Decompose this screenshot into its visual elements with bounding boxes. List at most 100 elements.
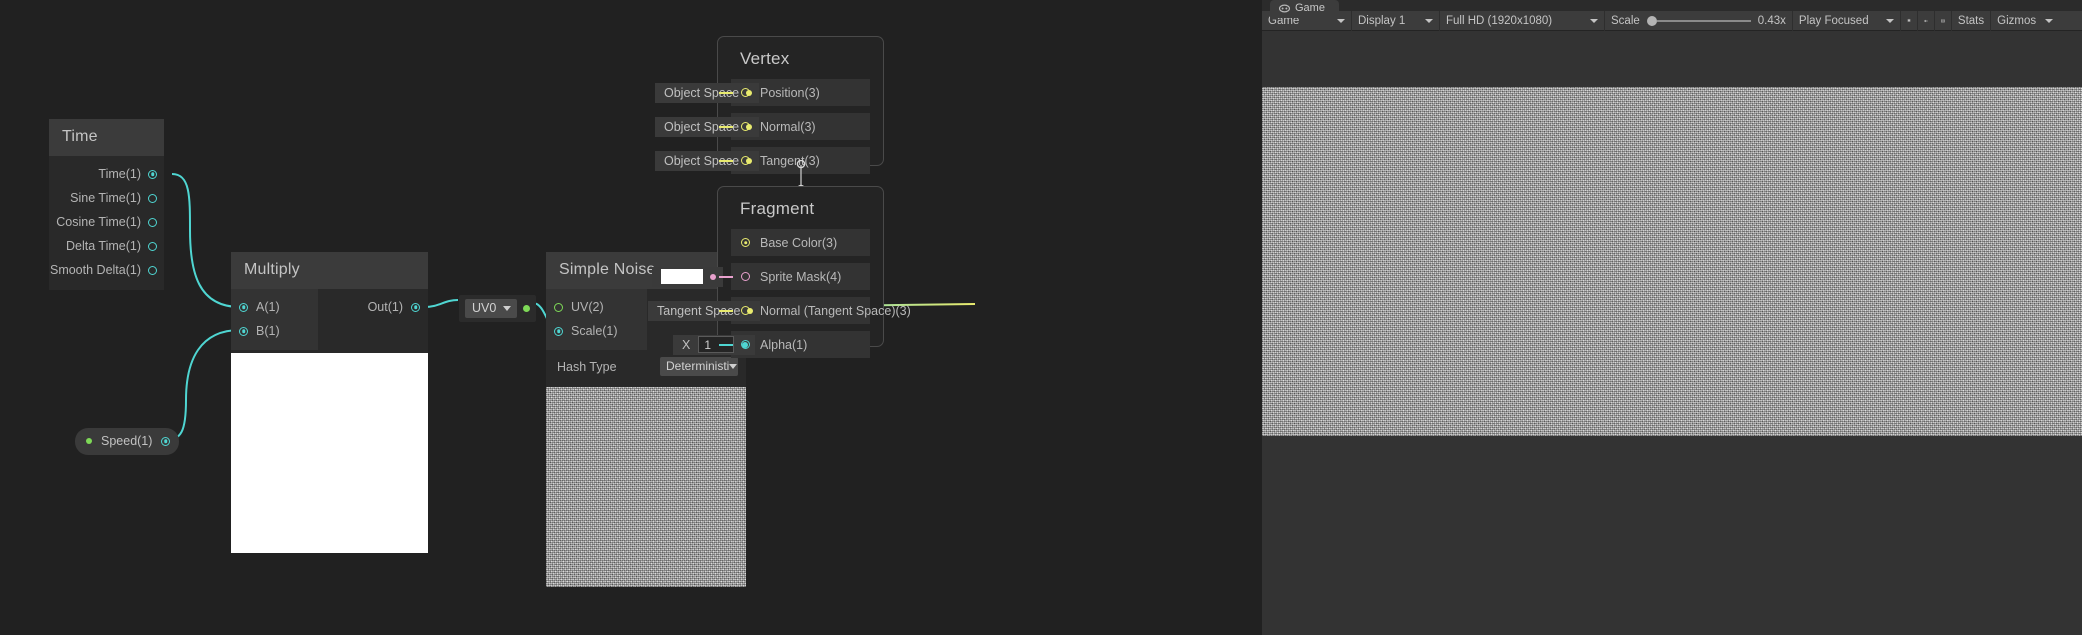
- input-port-icon[interactable]: [554, 302, 563, 312]
- input-port-icon[interactable]: [741, 122, 750, 131]
- bug-icon: [1907, 18, 1911, 23]
- hash-type-value: Deterministi: [666, 359, 730, 373]
- input-port-icon[interactable]: [239, 302, 248, 312]
- scale-label: Scale: [1611, 14, 1640, 27]
- input-column: UV(2) Scale(1): [546, 289, 647, 350]
- port-row[interactable]: Delta Time(1): [49, 234, 164, 258]
- input-port-icon[interactable]: [741, 340, 750, 349]
- input-port-icon[interactable]: [741, 88, 750, 97]
- input-port-icon[interactable]: [741, 306, 750, 315]
- input-column: A(1) B(1): [231, 289, 318, 350]
- output-port-icon[interactable]: [148, 169, 157, 179]
- output-port-icon[interactable]: [148, 193, 157, 203]
- stats-button[interactable]: Stats: [1952, 10, 1992, 31]
- hash-type-dropdown[interactable]: Deterministi: [660, 357, 738, 376]
- unity-game-view: Game Game Display 1 Full HD (1920x1080) …: [1262, 0, 2082, 635]
- output-port-icon[interactable]: [148, 265, 157, 275]
- master-row-sprite-mask[interactable]: Sprite Mask(4): [652, 263, 870, 290]
- master-row-position[interactable]: Object Space Position(3): [655, 79, 870, 106]
- game-tab-strip: Game: [1262, 0, 2082, 18]
- stub-wire: [719, 160, 733, 162]
- port-row[interactable]: Out(1): [318, 295, 428, 319]
- port-label: B(1): [256, 324, 280, 338]
- uv-channel-token[interactable]: UV0: [459, 295, 537, 322]
- stats-label: Stats: [1957, 14, 1985, 27]
- input-port-icon[interactable]: [741, 156, 750, 165]
- property-label: Speed(1): [101, 434, 153, 448]
- node-multiply-ports: A(1) B(1) Out(1): [231, 289, 428, 350]
- port-label: Base Color(3): [760, 235, 838, 250]
- display-dropdown[interactable]: Display 1: [1352, 10, 1440, 31]
- profiler-toggle[interactable]: [1901, 10, 1918, 31]
- hash-type-label: Hash Type: [557, 359, 617, 374]
- shader-graph-window: Time Time(1) Sine Time(1) Cosine Time(1)…: [0, 0, 2082, 635]
- scale-slider[interactable]: [1646, 15, 1751, 26]
- port-row[interactable]: UV(2): [546, 295, 647, 319]
- node-multiply-preview[interactable]: [231, 353, 428, 553]
- property-node-speed[interactable]: Speed(1): [75, 428, 180, 455]
- play-mode-label: Play Focused: [1798, 14, 1869, 27]
- input-port-icon[interactable]: [741, 272, 750, 281]
- chevron-down-icon: [1337, 18, 1345, 23]
- gizmos-button[interactable]: Gizmos: [1991, 11, 2059, 31]
- node-time-title: Time: [49, 119, 164, 156]
- resolution-dropdown[interactable]: Full HD (1920x1080): [1440, 10, 1605, 31]
- stats-grid-toggle[interactable]: [1935, 10, 1952, 31]
- tab-game-label: Game: [1295, 2, 1325, 14]
- input-port-icon[interactable]: [239, 326, 248, 336]
- node-time-outputs: Time(1) Sine Time(1) Cosine Time(1) Delt…: [49, 156, 164, 290]
- axis-label: X: [682, 337, 691, 352]
- chevron-down-icon: [2045, 18, 2054, 23]
- port-label: Cosine Time(1): [56, 215, 141, 229]
- scale-control[interactable]: Scale 0.43x: [1605, 10, 1793, 31]
- play-mode-dropdown[interactable]: Play Focused: [1793, 10, 1901, 31]
- node-time[interactable]: Time Time(1) Sine Time(1) Cosine Time(1)…: [49, 119, 164, 290]
- speaker-icon: [1924, 19, 1928, 22]
- mute-audio-toggle[interactable]: [1918, 10, 1935, 31]
- game-view-canvas[interactable]: [1262, 31, 2082, 635]
- master-stack-fragment[interactable]: Fragment Base Color(3) Sprite Mask(4) Ta…: [648, 186, 911, 358]
- uv-dropdown[interactable]: UV0: [465, 299, 518, 318]
- property-bullet-icon: [86, 438, 92, 444]
- game-icon: [1279, 4, 1290, 12]
- master-fragment-title: Fragment: [740, 199, 815, 218]
- chevron-down-icon: [1590, 18, 1598, 23]
- tab-game[interactable]: Game: [1270, 0, 1339, 18]
- scale-slider-knob[interactable]: [1646, 15, 1657, 26]
- output-port-icon[interactable]: [161, 436, 171, 446]
- port-row[interactable]: Scale(1): [546, 319, 647, 343]
- node-simple-noise-preview[interactable]: [546, 387, 746, 587]
- node-multiply[interactable]: Multiply A(1) B(1) Out(1): [231, 252, 428, 553]
- port-label: Out(1): [367, 300, 403, 314]
- node-multiply-title: Multiply: [231, 252, 428, 289]
- game-view-toolbar[interactable]: Game Display 1 Full HD (1920x1080) Scale…: [1262, 10, 2082, 31]
- output-column: Out(1): [318, 289, 428, 350]
- game-render-output: [1262, 87, 2082, 436]
- port-row[interactable]: B(1): [231, 319, 318, 343]
- scale-slider-track[interactable]: [1656, 19, 1751, 22]
- master-row-normal-tangent[interactable]: Tangent Space Normal (Tangent Space)(3): [648, 297, 911, 324]
- master-row-normal[interactable]: Object Space Normal(3): [655, 113, 870, 140]
- input-port-icon[interactable]: [554, 326, 563, 336]
- master-stack-vertex[interactable]: Vertex Object Space Position(3) Object S…: [655, 36, 884, 174]
- port-row[interactable]: A(1): [231, 295, 318, 319]
- port-label: Tangent(3): [760, 153, 820, 168]
- master-row-alpha[interactable]: X 1 Alpha(1): [673, 331, 870, 358]
- port-label: UV(2): [571, 300, 604, 314]
- shader-graph-canvas[interactable]: Time Time(1) Sine Time(1) Cosine Time(1)…: [0, 0, 1262, 635]
- output-port-icon[interactable]: [411, 302, 420, 312]
- grid-icon: [1940, 19, 1945, 22]
- uv-output-dot-icon[interactable]: [523, 305, 531, 312]
- hash-type-row: Hash Type Deterministi: [546, 350, 746, 384]
- resolution-label: Full HD (1920x1080): [1446, 14, 1553, 27]
- port-row[interactable]: Cosine Time(1): [49, 210, 164, 234]
- input-port-icon[interactable]: [741, 238, 750, 247]
- port-row[interactable]: Sine Time(1): [49, 186, 164, 210]
- port-row[interactable]: Time(1): [49, 162, 164, 186]
- color-swatch[interactable]: [661, 269, 703, 284]
- port-row[interactable]: Smooth Delta(1): [49, 258, 164, 282]
- output-port-icon[interactable]: [148, 241, 157, 251]
- output-port-icon[interactable]: [148, 217, 157, 227]
- master-row-base-color[interactable]: Base Color(3): [731, 229, 870, 256]
- color-swatch-sprite-mask[interactable]: [652, 266, 723, 287]
